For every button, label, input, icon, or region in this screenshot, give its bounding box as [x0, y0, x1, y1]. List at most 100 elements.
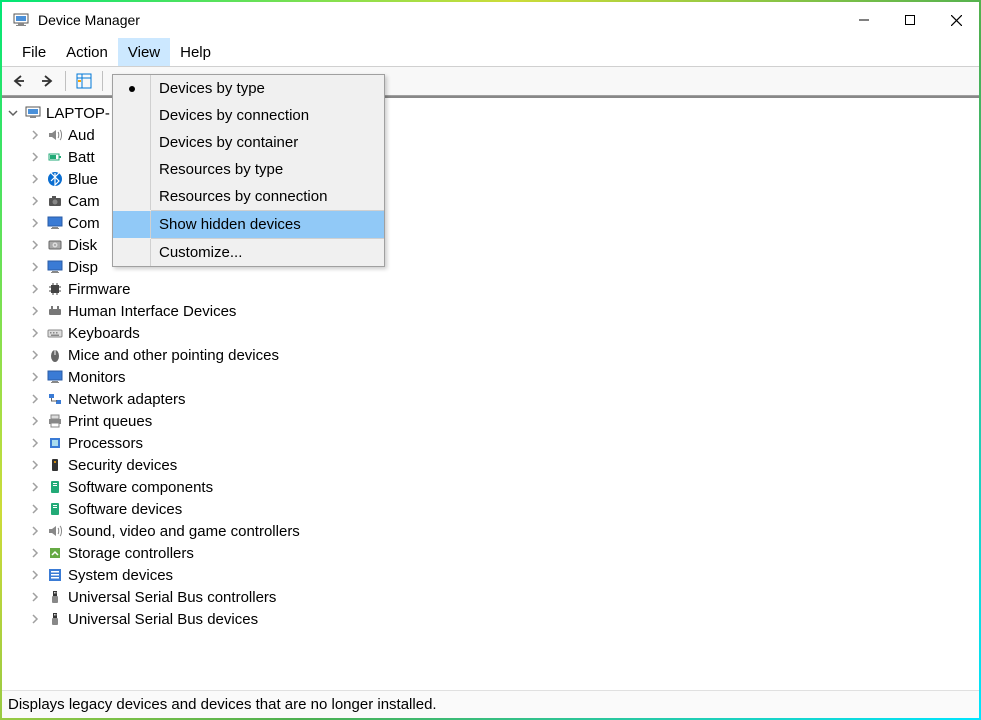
chip-icon — [46, 280, 64, 298]
tree-node[interactable]: Security devices — [8, 454, 973, 476]
expand-icon[interactable] — [30, 548, 42, 558]
expand-icon[interactable] — [30, 614, 42, 624]
tree-node[interactable]: System devices — [8, 564, 973, 586]
device-manager-window: Device Manager File Action View Help — [2, 2, 979, 718]
minimize-button[interactable] — [841, 2, 887, 38]
expand-icon[interactable] — [30, 416, 42, 426]
tree-node-label: Software devices — [68, 501, 182, 518]
usb-icon — [46, 610, 64, 628]
expand-icon[interactable] — [30, 570, 42, 580]
tree-node-label: Com — [68, 215, 100, 232]
view-dropdown: Devices by type Devices by connection De… — [112, 74, 385, 267]
tree-node-label: Processors — [68, 435, 143, 452]
tree-node[interactable]: Storage controllers — [8, 542, 973, 564]
tree-node[interactable]: Human Interface Devices — [8, 300, 973, 322]
tree-node-label: Software components — [68, 479, 213, 496]
cpu-icon — [46, 434, 64, 452]
expand-icon[interactable] — [30, 372, 42, 382]
tree-node-label: Batt — [68, 149, 95, 166]
menu-item-label: Devices by type — [151, 80, 265, 97]
tree-node-label: Keyboards — [68, 325, 140, 342]
menu-item-label: Devices by container — [151, 134, 298, 151]
tree-node[interactable]: Keyboards — [8, 322, 973, 344]
collapse-icon[interactable] — [8, 108, 20, 118]
expand-icon[interactable] — [30, 174, 42, 184]
tree-root-label: LAPTOP- — [46, 105, 110, 122]
speaker-icon — [46, 126, 64, 144]
menu-item-label: Show hidden devices — [151, 216, 301, 233]
expand-icon[interactable] — [30, 196, 42, 206]
tree-node-label: System devices — [68, 567, 173, 584]
expand-icon[interactable] — [30, 328, 42, 338]
menu-help[interactable]: Help — [170, 38, 221, 66]
menu-item-label: Resources by connection — [151, 188, 327, 205]
tree-node[interactable]: Universal Serial Bus devices — [8, 608, 973, 630]
tree-node[interactable]: Print queues — [8, 410, 973, 432]
tree-node[interactable]: Processors — [8, 432, 973, 454]
monitor-icon — [46, 258, 64, 276]
tree-node[interactable]: Firmware — [8, 278, 973, 300]
storage-icon — [46, 544, 64, 562]
expand-icon[interactable] — [30, 592, 42, 602]
tree-node[interactable]: Sound, video and game controllers — [8, 520, 973, 542]
software-icon — [46, 478, 64, 496]
menu-file[interactable]: File — [12, 38, 56, 66]
menu-customize[interactable]: Customize... — [113, 239, 384, 266]
menu-resources-by-type[interactable]: Resources by type — [113, 156, 384, 183]
menu-devices-by-connection[interactable]: Devices by connection — [113, 102, 384, 129]
tree-node[interactable]: Software devices — [8, 498, 973, 520]
expand-icon[interactable] — [30, 460, 42, 470]
toolbar-separator — [102, 71, 103, 91]
tree-node[interactable]: Monitors — [8, 366, 973, 388]
computer-icon — [24, 104, 42, 122]
back-button[interactable] — [6, 69, 32, 93]
expand-icon[interactable] — [30, 350, 42, 360]
security-icon — [46, 456, 64, 474]
expand-icon[interactable] — [30, 240, 42, 250]
expand-icon[interactable] — [30, 218, 42, 228]
battery-icon — [46, 148, 64, 166]
menu-devices-by-type[interactable]: Devices by type — [113, 75, 384, 102]
menubar: File Action View Help — [2, 38, 979, 66]
expand-icon[interactable] — [30, 504, 42, 514]
show-hide-tree-button[interactable] — [71, 69, 97, 93]
menu-resources-by-connection[interactable]: Resources by connection — [113, 183, 384, 210]
tree-node[interactable]: Software components — [8, 476, 973, 498]
menu-action[interactable]: Action — [56, 38, 118, 66]
expand-icon[interactable] — [30, 526, 42, 536]
tree-node-label: Monitors — [68, 369, 126, 386]
tree-node-label: Mice and other pointing devices — [68, 347, 279, 364]
forward-button[interactable] — [34, 69, 60, 93]
menu-item-label: Devices by connection — [151, 107, 309, 124]
software-icon — [46, 500, 64, 518]
tree-node[interactable]: Mice and other pointing devices — [8, 344, 973, 366]
tree-node-label: Disk — [68, 237, 97, 254]
maximize-button[interactable] — [887, 2, 933, 38]
expand-icon[interactable] — [30, 482, 42, 492]
tree-node[interactable]: Universal Serial Bus controllers — [8, 586, 973, 608]
tree-node-label: Blue — [68, 171, 98, 188]
tree-node[interactable]: Network adapters — [8, 388, 973, 410]
expand-icon[interactable] — [30, 438, 42, 448]
usb-icon — [46, 588, 64, 606]
expand-icon[interactable] — [30, 394, 42, 404]
tree-node-label: Network adapters — [68, 391, 186, 408]
expand-icon[interactable] — [30, 152, 42, 162]
expand-icon[interactable] — [30, 284, 42, 294]
expand-icon[interactable] — [30, 262, 42, 272]
monitor-icon — [46, 214, 64, 232]
expand-icon[interactable] — [30, 306, 42, 316]
bullet-icon — [129, 86, 135, 92]
app-icon — [12, 11, 30, 29]
menu-show-hidden-devices[interactable]: Show hidden devices — [113, 211, 384, 238]
tree-node-label: Cam — [68, 193, 100, 210]
tree-node-label: Firmware — [68, 281, 131, 298]
menu-devices-by-container[interactable]: Devices by container — [113, 129, 384, 156]
expand-icon[interactable] — [30, 130, 42, 140]
bluetooth-icon — [46, 170, 64, 188]
close-button[interactable] — [933, 2, 979, 38]
titlebar: Device Manager — [2, 2, 979, 38]
menu-view[interactable]: View — [118, 38, 170, 66]
toolbar-separator — [65, 71, 66, 91]
menu-item-label: Resources by type — [151, 161, 283, 178]
